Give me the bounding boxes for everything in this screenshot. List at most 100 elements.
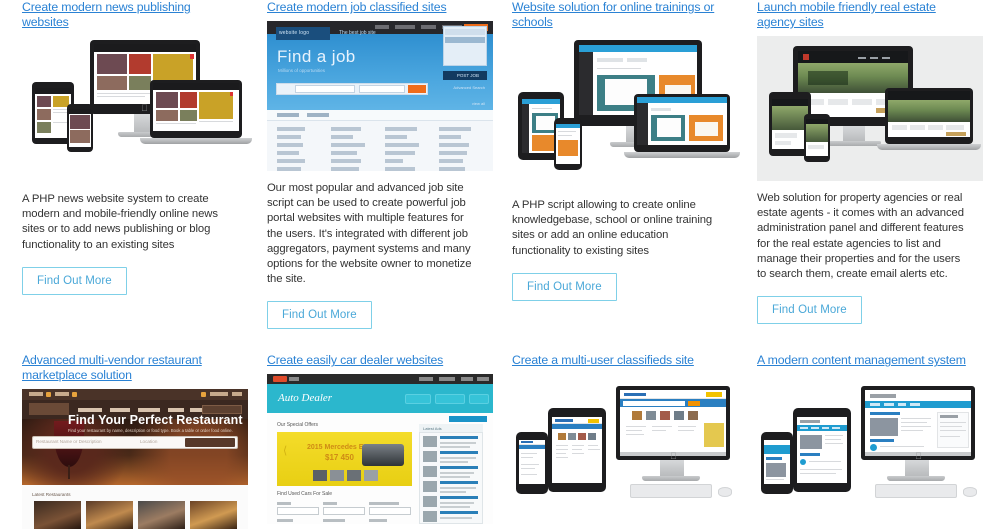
return-button (449, 416, 487, 423)
view-all-link: view all (471, 101, 485, 106)
car-photo (362, 444, 404, 467)
nav-item (395, 25, 415, 29)
card-description: A PHP script allowing to create online k… (512, 199, 713, 257)
product-card-restaurant: Advanced multi-vendor restaurant marketp… (0, 353, 248, 530)
thumbnail-cms-devices:  (757, 374, 977, 519)
card-title-link[interactable]: Advanced multi-vendor restaurant marketp… (22, 353, 233, 383)
site-logo-text: website logo (279, 30, 310, 36)
device-mockup-group:  (22, 36, 252, 182)
phone-device (554, 118, 582, 170)
card-title-link[interactable]: Website solution for online trainings or… (512, 0, 723, 30)
product-row-2: Advanced multi-vendor restaurant marketp… (0, 353, 1000, 530)
thumbnail-restaurant: Find Your Perfect Restaurant Find your r… (22, 389, 248, 530)
job-site-screenshot: website logo The best job site Find a jo… (267, 21, 493, 171)
site-logo (29, 403, 69, 416)
login-button (445, 29, 485, 35)
restaurant-card (86, 501, 133, 530)
category-tabs (267, 110, 493, 121)
hero-headline: Find a job (277, 47, 356, 66)
brand-title: Auto Dealer (278, 392, 333, 405)
find-out-more-button[interactable]: Find Out More (22, 266, 127, 295)
device-mockup-group (757, 36, 983, 181)
restaurant-card (34, 501, 81, 530)
search-button (408, 85, 426, 93)
restaurant-card (190, 501, 237, 530)
phone-device (516, 432, 548, 495)
hero-subline: Find your restaurant by name, descriptio… (68, 428, 233, 434)
search-button (185, 438, 235, 448)
card-title-link[interactable]: Create modern job classified sites (267, 0, 478, 15)
restaurant-site-screenshot: Find Your Perfect Restaurant Find your r… (22, 389, 248, 530)
sidebar-title: Latest Ads (423, 426, 442, 432)
location-search-input: Location (140, 439, 158, 445)
wine-glass-stem (68, 465, 70, 480)
row-spacer (0, 329, 1000, 353)
find-out-more-button[interactable]: Find Out More (512, 272, 617, 301)
site-logo-icon (273, 376, 287, 383)
keyword-input (295, 85, 355, 93)
imac-device:  (616, 386, 730, 461)
device-mockup-group:  (512, 374, 734, 519)
tab-by-location (307, 113, 329, 117)
thumbnail-job-site: website logo The best job site Find a jo… (267, 21, 493, 171)
card-title-link[interactable]: A modern content management system (757, 353, 968, 368)
tablet-device (793, 408, 851, 493)
thumbnail-news-devices:  (22, 36, 252, 182)
card-title-link[interactable]: Launch mobile friendly real estate agenc… (757, 0, 968, 30)
laptop-device (885, 88, 973, 144)
nav-item (375, 25, 389, 29)
advanced-search-link: Advanced Search (453, 85, 485, 90)
thumbnail-classifieds-devices:  (512, 374, 732, 519)
tab-by-category (277, 113, 299, 117)
latest-restaurants-label: Latest Restaurants (32, 492, 71, 498)
product-card-jobs: Create modern job classified sites websi… (245, 0, 493, 330)
card-description: A PHP news website system to create mode… (22, 193, 218, 251)
card-title-link[interactable]: Create easily car dealer websites (267, 353, 478, 368)
autodealer-site-screenshot: Auto Dealer Our Special Offers ⟨ ⟩ 2015 … (267, 374, 493, 525)
location-input (359, 85, 405, 93)
thumbnail-realestate-devices (757, 36, 983, 181)
card-title-link[interactable]: Create a multi-user classifieds site (512, 353, 723, 368)
phone-device (761, 432, 793, 495)
card-description: Web solution for property agencies or re… (757, 192, 964, 281)
nav-cars-button (405, 394, 431, 405)
laptop-device (634, 94, 730, 152)
find-used-cars-label: Find Used Cars For Sale (277, 491, 333, 498)
product-row-1: Create modern news publishing websites A… (0, 0, 1000, 330)
device-mockup-group:  (757, 374, 979, 519)
product-card-news: Create modern news publishing websites A… (0, 0, 252, 329)
products-grid-page: Create modern news publishing websites A… (0, 0, 1000, 530)
imac-device:  (861, 386, 975, 461)
find-out-more-button[interactable]: Find Out More (757, 296, 862, 325)
product-card-training: Website solution for online trainings or… (490, 0, 740, 329)
product-card-cms: A modern content management system (735, 353, 980, 530)
thumbnail-training-devices (512, 36, 740, 188)
post-job-label: POST JOB (456, 73, 479, 78)
restaurant-card (138, 501, 185, 530)
laptop-device (150, 80, 242, 138)
special-offers-label: Our Special Offers (277, 422, 319, 429)
nav-trucks-button (469, 394, 489, 405)
product-card-classifieds: Create a multi-user classifieds site (490, 353, 735, 530)
thumbnail-autodealer: Auto Dealer Our Special Offers ⟨ ⟩ 2015 … (267, 374, 493, 525)
carousel-prev-arrow: ⟨ (283, 445, 288, 458)
site-tagline: The best job site (339, 30, 376, 36)
card-title-link[interactable]: Create modern news publishing websites (22, 0, 233, 30)
nav-item (421, 25, 436, 29)
device-mockup-group (512, 36, 740, 188)
card-description: Our most popular and advanced job site s… (267, 182, 472, 286)
product-card-realestate: Launch mobile friendly real estate agenc… (735, 0, 983, 329)
phone-device (804, 114, 830, 162)
site-topbar (267, 374, 493, 385)
banner-line-2: $17 450 (325, 453, 354, 463)
signup-button (445, 37, 485, 43)
phone-device (67, 104, 93, 152)
hero-subline: Millions of opportunities (278, 68, 326, 73)
product-card-cardealer: Create easily car dealer websites Auto D… (245, 353, 493, 530)
find-out-more-button[interactable]: Find Out More (267, 301, 372, 330)
hero-headline: Find Your Perfect Restaurant (68, 413, 243, 428)
carousel-thumbnails (313, 470, 378, 482)
nav-motorcycles-button (435, 394, 465, 405)
restaurant-search-input: Restaurant Name or Description (36, 439, 102, 445)
tablet-device (548, 408, 606, 493)
